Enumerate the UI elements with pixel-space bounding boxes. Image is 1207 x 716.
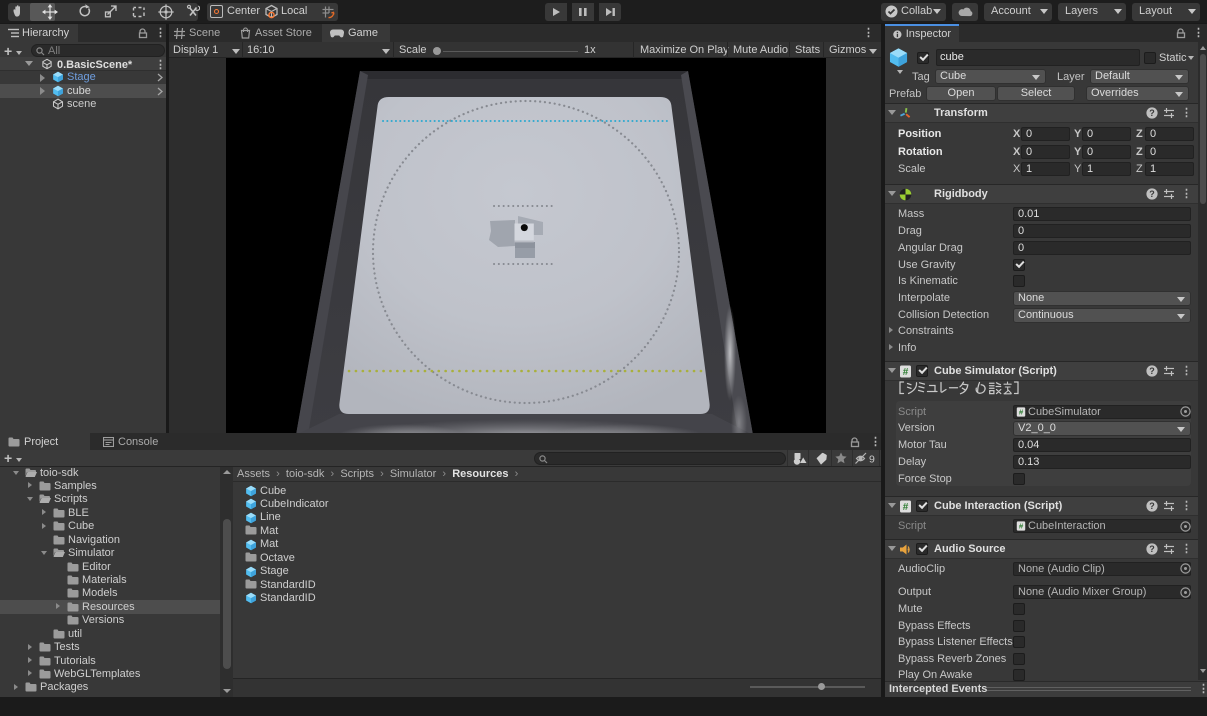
svg-text:?: ? (1149, 544, 1155, 554)
svg-text:?: ? (1149, 501, 1155, 511)
svg-text:?: ? (1149, 366, 1155, 376)
svg-text:#: # (903, 502, 909, 513)
svg-text:?: ? (1149, 189, 1155, 199)
svg-text:#: # (1019, 409, 1024, 416)
svg-text:#: # (903, 367, 909, 378)
svg-text:#: # (1019, 524, 1024, 531)
svg-text:9: 9 (869, 454, 875, 466)
svg-text:?: ? (1149, 108, 1155, 118)
